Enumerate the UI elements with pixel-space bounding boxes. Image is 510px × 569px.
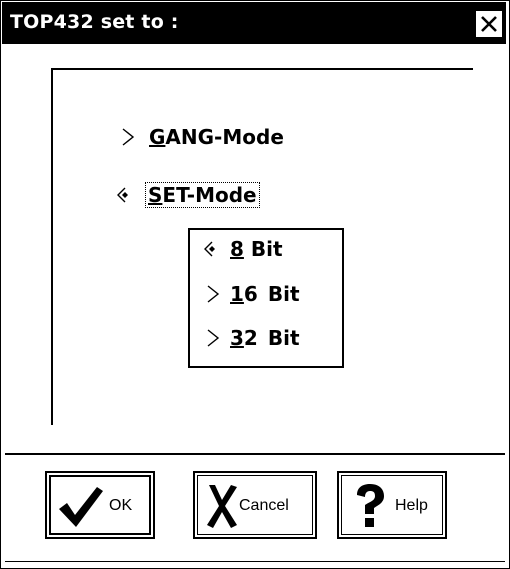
chevron-right-icon bbox=[200, 326, 226, 350]
checkmark-icon bbox=[59, 487, 103, 527]
help-button-label: Help bbox=[395, 497, 428, 514]
dialog-window: TOP432 set to : GANG-Mode SET-Mode 8 Bit… bbox=[0, 0, 510, 569]
ok-button[interactable]: OK bbox=[45, 471, 155, 539]
help-button[interactable]: Help bbox=[337, 471, 447, 539]
option-gang-mode[interactable]: GANG-Mode bbox=[117, 125, 284, 149]
button-separator bbox=[5, 453, 505, 455]
option-32-bit[interactable]: 32 Bit bbox=[200, 326, 300, 350]
option-set-mode-label: SET-Mode bbox=[145, 182, 260, 208]
diamond-selected-icon bbox=[200, 237, 226, 261]
ok-button-label: OK bbox=[109, 497, 133, 514]
title-bar: TOP432 set to : bbox=[2, 2, 506, 44]
close-button[interactable] bbox=[476, 11, 502, 37]
option-gang-mode-label: GANG-Mode bbox=[149, 125, 284, 149]
option-32-bit-label: 32 Bit bbox=[230, 326, 300, 350]
cancel-button[interactable]: Cancel bbox=[193, 471, 317, 539]
chevron-right-icon bbox=[200, 282, 226, 306]
option-16-bit-label: 16 Bit bbox=[230, 282, 300, 306]
chevron-right-icon bbox=[117, 125, 143, 149]
group-frame-top bbox=[51, 68, 473, 70]
option-8-bit[interactable]: 8 Bit bbox=[200, 237, 283, 261]
window-title: TOP432 set to : bbox=[10, 11, 179, 33]
option-16-bit[interactable]: 16 Bit bbox=[200, 282, 300, 306]
close-x-icon bbox=[481, 16, 497, 32]
option-set-mode[interactable]: SET-Mode bbox=[113, 182, 260, 208]
diamond-selected-icon bbox=[113, 183, 139, 207]
x-cross-icon bbox=[207, 485, 237, 528]
question-mark-icon bbox=[357, 484, 384, 527]
option-8-bit-label: 8 Bit bbox=[230, 237, 283, 261]
cancel-button-label: Cancel bbox=[239, 497, 289, 514]
group-frame-left bbox=[51, 68, 53, 425]
dialog-bottom-edge bbox=[5, 561, 505, 562]
